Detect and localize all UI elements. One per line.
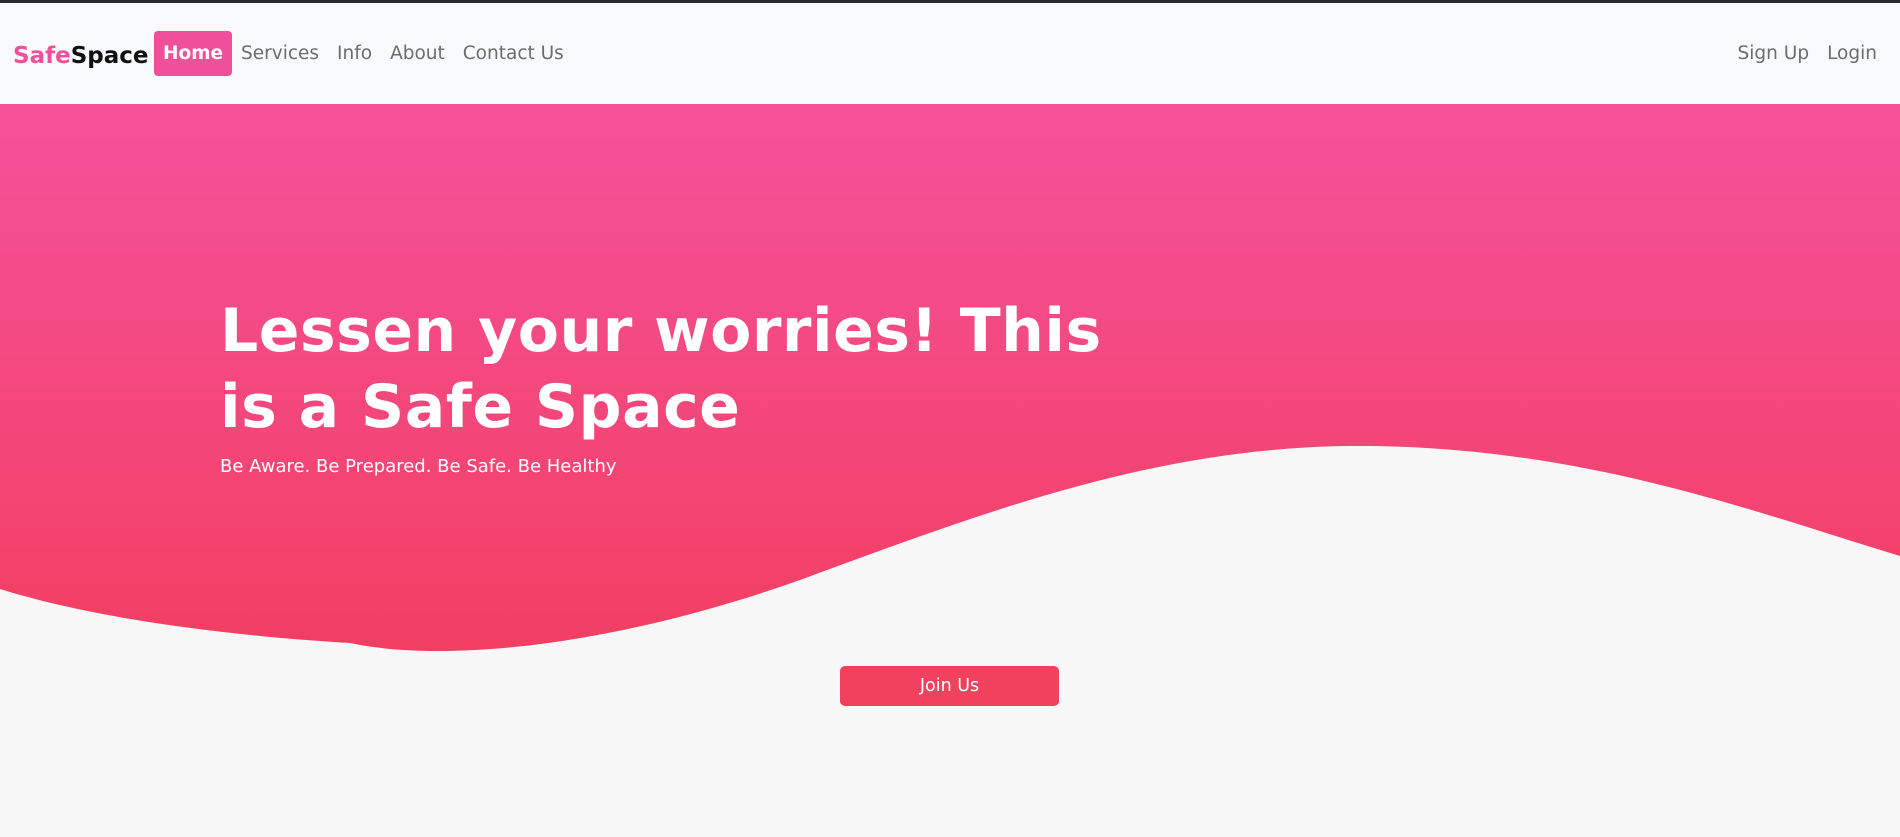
nav-link-login[interactable]: Login xyxy=(1818,31,1886,76)
nav-link-home[interactable]: Home xyxy=(154,31,233,76)
nav-link-sign-up[interactable]: Sign Up xyxy=(1729,31,1819,76)
nav-link-about[interactable]: About xyxy=(381,31,454,76)
hero-title-line-2: is a Safe Space xyxy=(220,372,741,442)
primary-nav: Home Services Info About Contact Us xyxy=(154,31,573,76)
nav-link-info[interactable]: Info xyxy=(328,31,381,76)
nav-link-services[interactable]: Services xyxy=(232,31,328,76)
join-us-button[interactable]: Join Us xyxy=(840,666,1059,706)
hero-subtitle: Be Aware. Be Prepared. Be Safe. Be Healt… xyxy=(220,456,617,477)
hero-title-line-1: Lessen your worries! This xyxy=(220,296,1102,366)
brand-text-space: Space xyxy=(70,43,149,69)
nav-link-contact-us[interactable]: Contact Us xyxy=(454,31,573,76)
navbar: SafeSpace Home Services Info About Conta… xyxy=(0,3,1900,104)
hero-title: Lessen your worries! This is a Safe Space xyxy=(220,293,1120,445)
account-nav: Sign Up Login xyxy=(1729,31,1886,76)
brand-text-safe: Safe xyxy=(13,43,71,69)
brand-logo[interactable]: SafeSpace xyxy=(13,41,149,71)
